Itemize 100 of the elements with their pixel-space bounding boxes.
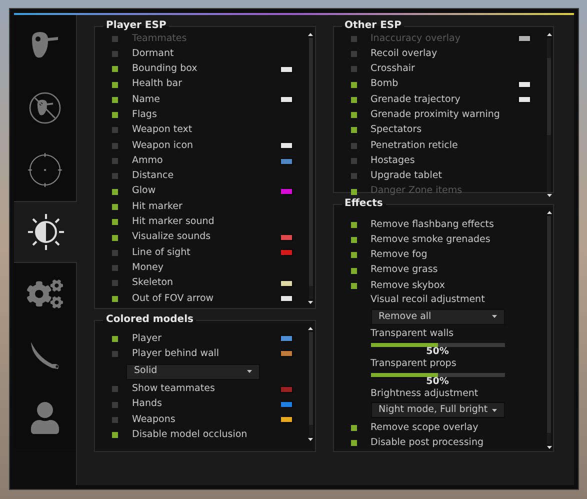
checkbox[interactable] bbox=[350, 425, 356, 432]
option-label: Disable post processing bbox=[370, 436, 484, 450]
checkbox[interactable] bbox=[112, 82, 118, 88]
checkbox[interactable] bbox=[350, 222, 356, 228]
checkbox[interactable] bbox=[350, 188, 356, 195]
color-swatch[interactable] bbox=[280, 416, 292, 424]
crosshair-icon bbox=[28, 153, 62, 187]
checkbox[interactable] bbox=[350, 268, 356, 274]
option-label: Name bbox=[132, 92, 160, 107]
checkbox[interactable] bbox=[112, 402, 118, 408]
color-swatch[interactable] bbox=[280, 96, 292, 104]
checkbox[interactable] bbox=[350, 36, 356, 42]
option-label: Grenade trajectory bbox=[370, 92, 460, 107]
checkbox[interactable] bbox=[112, 280, 118, 286]
option-label: Show teammates bbox=[132, 382, 215, 396]
option-label: Upgrade tablet bbox=[370, 169, 442, 184]
color-swatch[interactable] bbox=[518, 96, 531, 104]
color-swatch[interactable] bbox=[518, 81, 531, 88]
option-label: Hostages bbox=[370, 154, 415, 168]
option-label: Bounding box bbox=[132, 62, 198, 76]
checkbox[interactable] bbox=[350, 236, 356, 243]
checkbox[interactable] bbox=[350, 142, 356, 149]
color-swatch[interactable] bbox=[280, 350, 292, 358]
brightness-icon bbox=[26, 212, 66, 252]
checkbox[interactable] bbox=[112, 112, 118, 118]
checkbox[interactable] bbox=[112, 158, 118, 164]
checkbox[interactable] bbox=[112, 142, 118, 149]
checkbox[interactable] bbox=[350, 158, 356, 164]
option-label: Player behind wall bbox=[132, 346, 220, 361]
checkbox[interactable] bbox=[350, 173, 356, 180]
option-label: Weapons bbox=[132, 412, 176, 427]
panel-title: Effects bbox=[344, 199, 384, 209]
color-swatch[interactable] bbox=[280, 386, 292, 393]
checkbox[interactable] bbox=[112, 250, 118, 256]
checkbox[interactable] bbox=[350, 440, 356, 446]
slider-value: 50% bbox=[425, 377, 450, 386]
dropdown[interactable]: Solid bbox=[126, 364, 260, 380]
color-swatch[interactable] bbox=[280, 401, 292, 408]
option-label: Health bar bbox=[132, 77, 182, 92]
checkbox[interactable] bbox=[112, 219, 118, 226]
scroll-up-icon[interactable] bbox=[546, 33, 552, 36]
option-label: Inaccuracy overlay bbox=[370, 32, 460, 46]
color-swatch[interactable] bbox=[280, 158, 292, 165]
checkbox[interactable] bbox=[112, 66, 118, 72]
panel-title: Colored models bbox=[105, 315, 194, 325]
dropdown[interactable]: Remove all bbox=[370, 308, 504, 325]
color-swatch[interactable] bbox=[280, 280, 292, 287]
color-swatch[interactable] bbox=[280, 142, 292, 150]
scroll-up-icon[interactable] bbox=[308, 327, 313, 330]
checkbox[interactable] bbox=[350, 252, 356, 258]
checkbox[interactable] bbox=[350, 96, 356, 103]
checkbox[interactable] bbox=[112, 36, 118, 42]
color-swatch[interactable] bbox=[280, 335, 292, 342]
option-label: Remove skybox bbox=[370, 278, 445, 293]
slider-track[interactable] bbox=[370, 342, 504, 347]
caret-icon bbox=[492, 315, 496, 318]
checkbox[interactable] bbox=[112, 416, 118, 423]
color-swatch[interactable] bbox=[280, 188, 292, 196]
option-label: Recoil overlay bbox=[370, 46, 438, 61]
checkbox[interactable] bbox=[350, 112, 356, 118]
checkbox[interactable] bbox=[112, 127, 118, 134]
sidebar-tab[interactable] bbox=[14, 201, 77, 263]
checkbox[interactable] bbox=[350, 282, 356, 289]
checkbox[interactable] bbox=[112, 432, 118, 438]
color-swatch[interactable] bbox=[280, 295, 292, 302]
option-label: Visualize sounds bbox=[132, 230, 211, 244]
option-label: Ammo bbox=[132, 154, 163, 168]
checkbox[interactable] bbox=[350, 50, 356, 57]
option-label: Remove fog bbox=[370, 248, 428, 262]
slider-track[interactable] bbox=[370, 373, 504, 378]
color-swatch[interactable] bbox=[280, 249, 292, 256]
checkbox[interactable] bbox=[350, 66, 356, 72]
color-swatch[interactable] bbox=[280, 234, 292, 241]
option-label: Hit marker bbox=[132, 200, 182, 214]
setting-label: Visual recoil adjustment bbox=[370, 293, 486, 308]
checkbox[interactable] bbox=[112, 386, 118, 392]
checkbox[interactable] bbox=[112, 234, 118, 240]
checkbox[interactable] bbox=[350, 82, 356, 88]
checkbox[interactable] bbox=[112, 96, 118, 103]
checkbox[interactable] bbox=[112, 173, 118, 180]
scroll-up-icon[interactable] bbox=[546, 211, 552, 214]
setting-label: Transparent props bbox=[370, 356, 458, 371]
setting-label: Brightness adjustment bbox=[370, 387, 480, 402]
checkbox[interactable] bbox=[112, 204, 118, 210]
option-label: Weapon icon bbox=[132, 138, 194, 153]
checkbox[interactable] bbox=[350, 127, 356, 134]
option-label: Glow bbox=[132, 184, 156, 198]
checkbox[interactable] bbox=[112, 265, 118, 272]
option-label: Crosshair bbox=[370, 62, 415, 76]
scroll-up-icon[interactable] bbox=[308, 33, 313, 36]
checkbox[interactable] bbox=[112, 188, 118, 195]
option-label: Remove scope overlay bbox=[370, 421, 478, 435]
color-swatch[interactable] bbox=[280, 66, 292, 73]
color-swatch[interactable] bbox=[518, 35, 531, 42]
checkbox[interactable] bbox=[112, 296, 118, 302]
checkbox[interactable] bbox=[112, 336, 118, 342]
dropdown[interactable]: Night mode, Full bright bbox=[370, 402, 504, 418]
option-label: Out of FOV arrow bbox=[132, 292, 214, 306]
checkbox[interactable] bbox=[112, 50, 118, 57]
checkbox[interactable] bbox=[112, 350, 118, 357]
